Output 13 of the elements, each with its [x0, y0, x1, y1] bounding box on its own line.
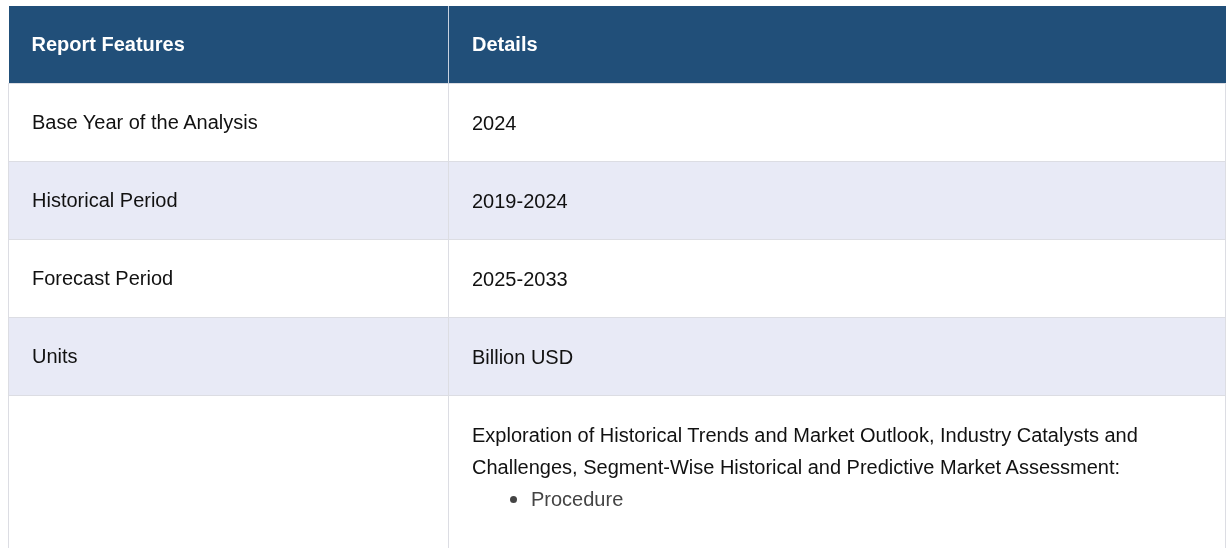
table-cell: Base Year of the Analysis — [32, 111, 258, 133]
table-cell: Forecast Period — [32, 267, 174, 289]
table-cell-text: Billion USD — [472, 344, 575, 370]
table-cell-text: 2025-2033 — [472, 266, 569, 292]
list-item: Procedure — [531, 487, 624, 512]
table-cell: Historical Period — [32, 189, 178, 211]
table-cell-text: 2024 — [472, 110, 518, 136]
table-cell-text: 2019-2024 — [472, 188, 569, 214]
column-header: Details — [448, 6, 1226, 84]
table-cell: Units — [32, 345, 78, 367]
table-cell-text: Exploration of Historical Trends and Market Outlook, Industry Catalysts and Challenges, Segment-Wise Historical and Predictive Market Assessment: — [472, 423, 1139, 480]
bullet-icon — [510, 495, 517, 503]
column-header: Report Features — [8, 6, 449, 84]
